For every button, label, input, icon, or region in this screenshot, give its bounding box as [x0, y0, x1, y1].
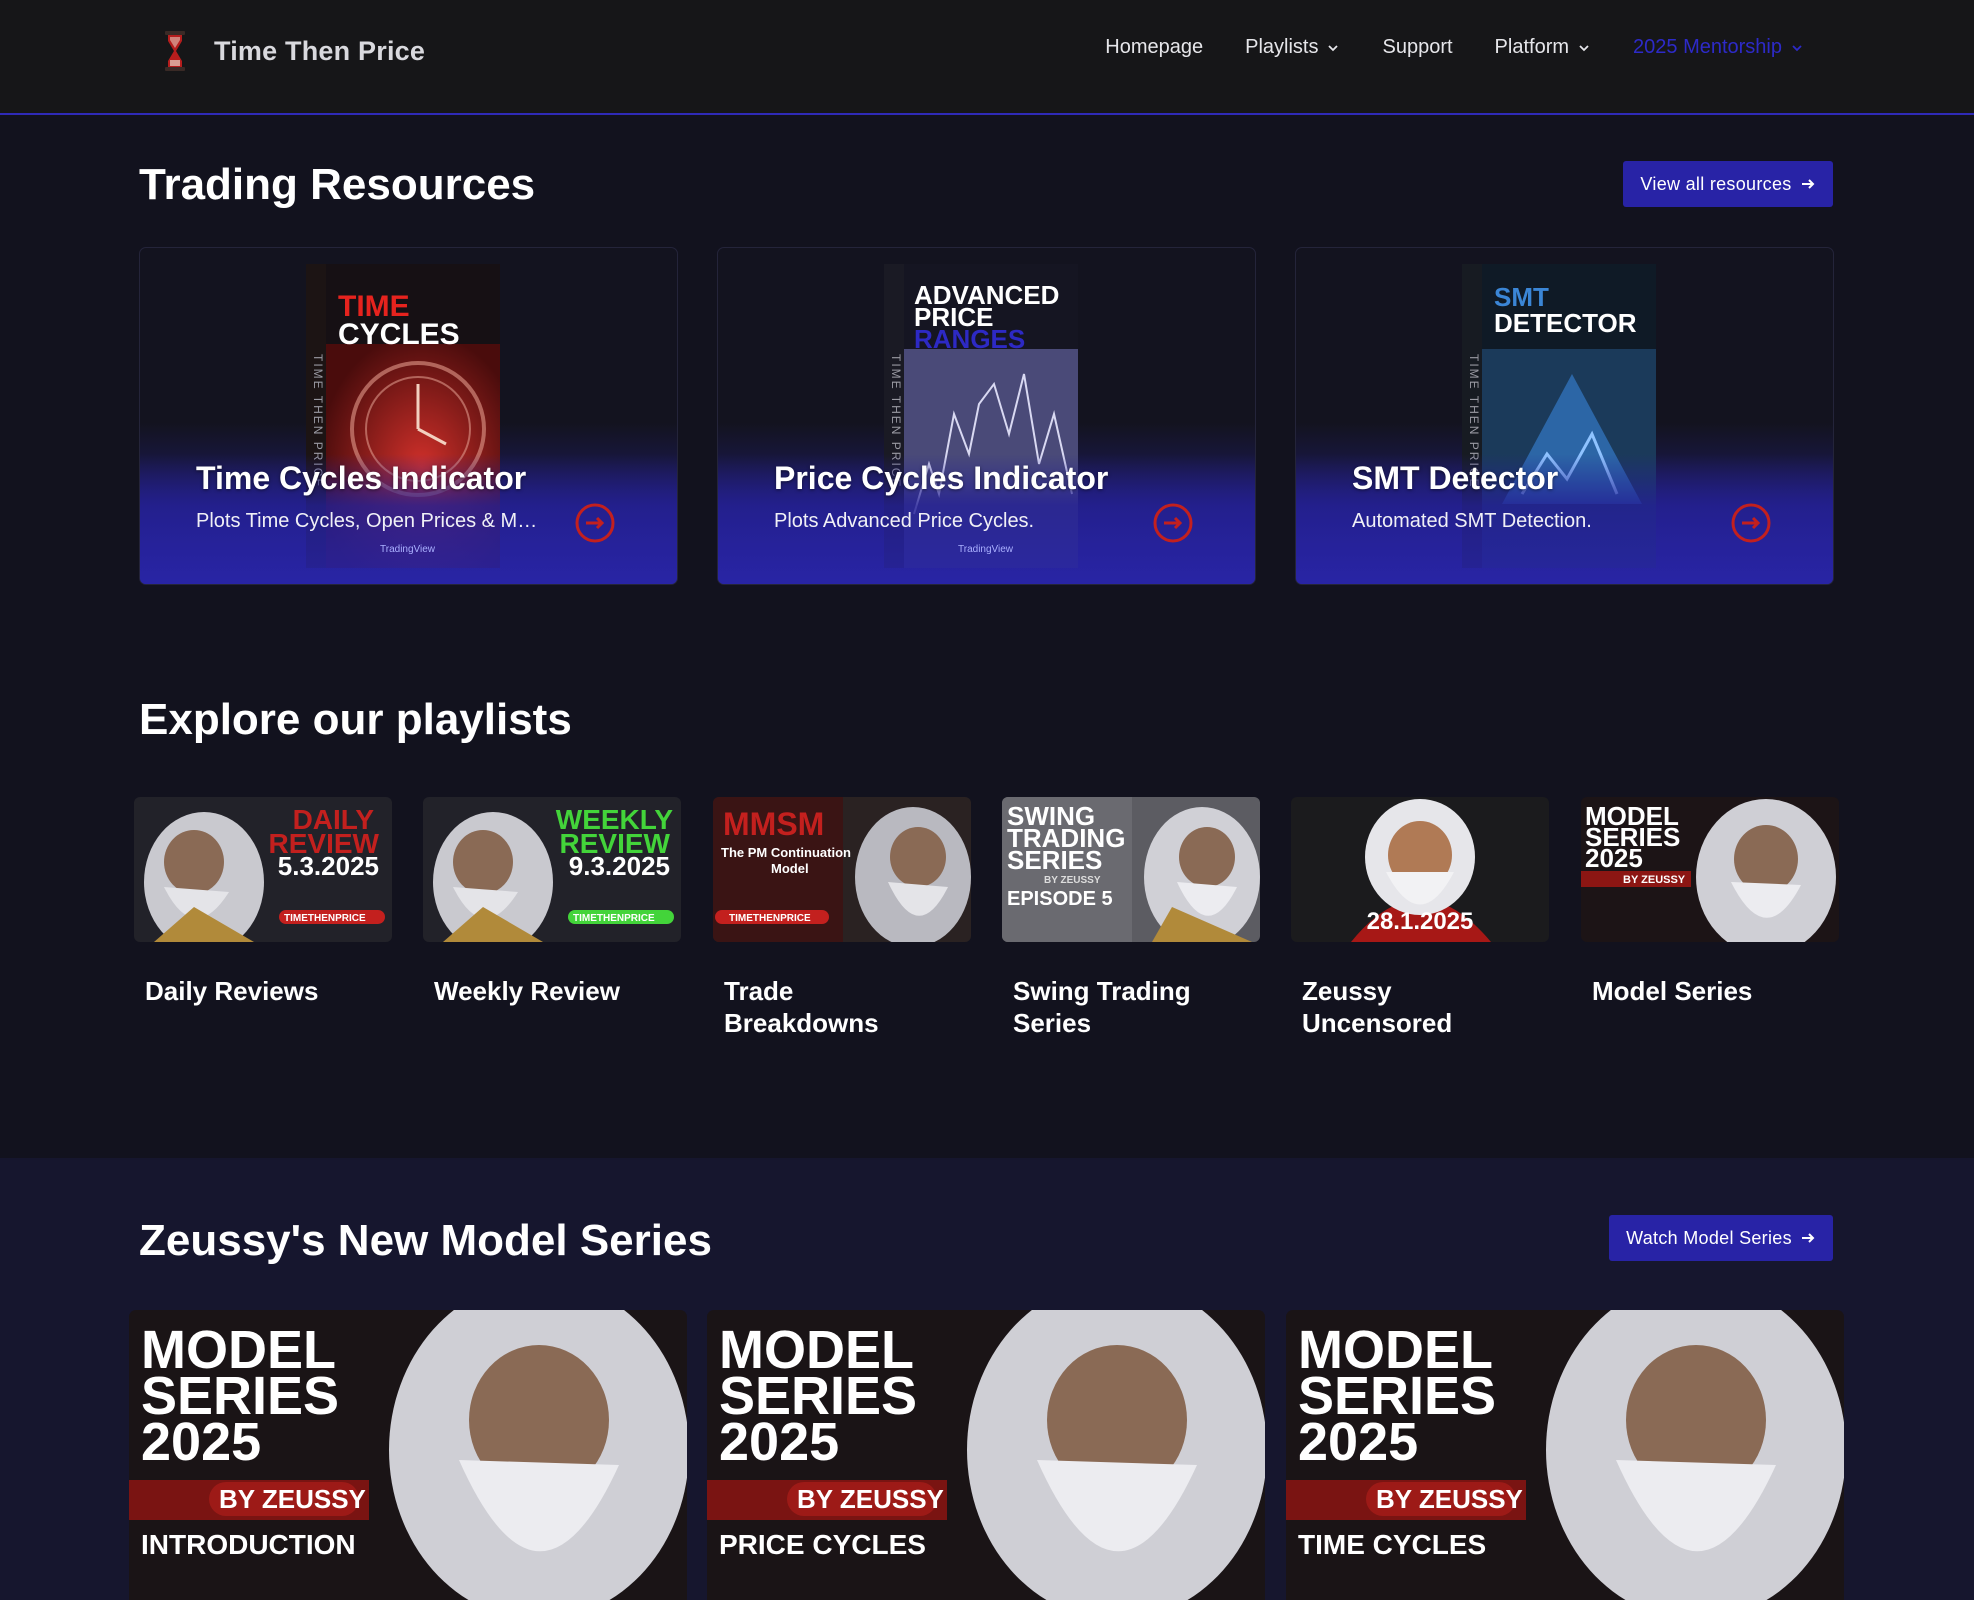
chevron-down-icon [1328, 44, 1339, 51]
playlist-card-trade-breakdowns[interactable]: MMSM The PM Continuation Model TIMETHENP… [713, 797, 971, 1039]
model-series-video-price-cycles[interactable]: MODEL SERIES 2025 BY ZEUSSY PRICE CYCLES [707, 1310, 1265, 1600]
svg-text:TIMETHENPRICE: TIMETHENPRICE [284, 913, 366, 924]
brand-name: Time Then Price [214, 35, 426, 66]
svg-text:The PM Continuation: The PM Continuation [721, 845, 851, 860]
svg-text:Model: Model [771, 861, 809, 876]
model-series-video-introduction[interactable]: MODEL SERIES 2025 BY ZEUSSY INTRODUCTION [129, 1310, 687, 1600]
resource-title: Price Cycles Indicator [774, 460, 1109, 496]
playlist-thumbnail: MMSM The PM Continuation Model TIMETHENP… [713, 797, 971, 947]
playlist-thumbnail: WEEKLY REVIEW 9.3.2025 TIMETHENPRICE [423, 797, 681, 952]
svg-text:EPISODE 5: EPISODE 5 [1007, 888, 1113, 910]
svg-text:BY ZEUSSY: BY ZEUSSY [1623, 874, 1686, 886]
playlist-thumbnail: SWING TRADING SERIES BY ZEUSSY EPISODE 5 [1002, 797, 1260, 947]
circle-arrow-right-icon[interactable] [1152, 502, 1194, 544]
playlist-name: Zeussy Uncensored [1302, 976, 1453, 1038]
model-series-video-time-cycles[interactable]: MODEL SERIES 2025 BY ZEUSSY TIME CYCLES [1286, 1310, 1844, 1600]
resource-description: Automated SMT Detection. [1352, 510, 1592, 532]
series-author: BY ZEUSSY [219, 1484, 366, 1514]
nav-playlists-label: Playlists [1245, 36, 1319, 58]
svg-text:2025: 2025 [1585, 843, 1643, 873]
hourglass-logo-icon [165, 31, 185, 71]
playlist-thumbnail: MODEL SERIES 2025 BY ZEUSSY [1581, 797, 1839, 955]
svg-text:BY ZEUSSY: BY ZEUSSY [1044, 875, 1101, 886]
svg-text:TIMETHENPRICE: TIMETHENPRICE [729, 913, 811, 924]
playlist-name: Model Series [1592, 976, 1753, 1006]
resource-card-price-cycles[interactable]: ADVANCED PRICE RANGES TIME THEN PRICE Pr… [717, 247, 1256, 585]
nav-homepage[interactable]: Homepage [1105, 36, 1203, 59]
resource-title: SMT Detector [1352, 460, 1559, 496]
chevron-down-icon [1792, 44, 1802, 51]
svg-text:CYCLES: CYCLES [338, 318, 460, 351]
top-navbar: Time Then Price Homepage Playlists Suppo… [0, 0, 1974, 115]
playlist-thumbnail: 28.1.2025 [1291, 797, 1549, 942]
resource-description: Plots Time Cycles, Open Prices & More. [196, 510, 546, 532]
series-line-3: 2025 [719, 1412, 839, 1472]
svg-text:MMSM: MMSM [723, 806, 824, 842]
model-series-heading: Zeussy's New Model Series [139, 1216, 712, 1265]
playlist-card-weekly-review[interactable]: WEEKLY REVIEW 9.3.2025 TIMETHENPRICE Wee… [423, 797, 681, 1007]
nav-platform[interactable]: Platform [1495, 36, 1591, 59]
tradingview-badge: TradingView [958, 544, 1014, 555]
series-author: BY ZEUSSY [797, 1484, 944, 1514]
series-author: BY ZEUSSY [1376, 1484, 1523, 1514]
playlist-card-model-series[interactable]: MODEL SERIES 2025 BY ZEUSSY Model Series [1581, 797, 1839, 1007]
playlist-thumbnail: DAILY REVIEW 5.3.2025 TIMETHENPRICE [134, 797, 392, 952]
watch-model-series-button[interactable]: Watch Model Series [1609, 1215, 1833, 1261]
brand[interactable]: Time Then Price [160, 28, 425, 74]
arrow-right-icon [1801, 179, 1814, 189]
resource-card-time-cycles[interactable]: TIME CYCLES TIME THEN PRICE Time Cycles … [139, 247, 678, 585]
resource-title: Time Cycles Indicator [196, 460, 527, 496]
series-episode: PRICE CYCLES [719, 1529, 926, 1560]
svg-text:SERIES: SERIES [1007, 845, 1102, 875]
playlists-heading: Explore our playlists [139, 695, 572, 744]
resource-description: Plots Advanced Price Cycles. [774, 510, 1035, 532]
svg-text:TIMETHENPRICE: TIMETHENPRICE [573, 913, 655, 924]
series-episode: TIME CYCLES [1298, 1529, 1486, 1560]
svg-text:5.3.2025: 5.3.2025 [278, 851, 379, 881]
playlist-card-swing-trading[interactable]: SWING TRADING SERIES BY ZEUSSY EPISODE 5… [1002, 797, 1260, 1039]
view-all-resources-button[interactable]: View all resources [1623, 161, 1833, 207]
svg-text:9.3.2025: 9.3.2025 [569, 851, 670, 881]
series-line-3: 2025 [1298, 1412, 1418, 1472]
playlist-card-zeussy-uncensored[interactable]: 28.1.2025 Zeussy Uncensored [1291, 797, 1549, 1039]
nav-mentorship-label: 2025 Mentorship [1633, 36, 1782, 58]
arrow-right-icon [1801, 1233, 1815, 1243]
series-line-3: 2025 [141, 1412, 261, 1472]
chevron-down-icon [1579, 44, 1589, 51]
nav-homepage-label: Homepage [1105, 36, 1204, 58]
playlist-name: Weekly Review [434, 976, 620, 1006]
resource-card-smt-detector[interactable]: SMT DETECTOR TIME THEN PRICE SMT Detecto… [1295, 247, 1834, 585]
nav-menu: Homepage Playlists Support Platform 2025… [1105, 36, 1804, 59]
nav-support[interactable]: Support [1382, 36, 1452, 59]
watch-model-series-label: Watch Model Series [1626, 1227, 1792, 1248]
nav-support-label: Support [1382, 36, 1453, 58]
resources-heading: Trading Resources [139, 160, 536, 209]
circle-arrow-right-icon[interactable] [574, 502, 616, 544]
playlist-card-daily-reviews[interactable]: DAILY REVIEW 5.3.2025 TIMETHENPRICE Dail… [134, 797, 392, 1007]
svg-text:RANGES: RANGES [914, 324, 1025, 354]
circle-arrow-right-icon[interactable] [1730, 502, 1772, 544]
svg-text:28.1.2025: 28.1.2025 [1367, 908, 1474, 935]
nav-platform-label: Platform [1494, 36, 1570, 58]
view-all-resources-label: View all resources [1640, 173, 1792, 194]
series-episode: INTRODUCTION [141, 1529, 356, 1560]
tradingview-badge: TradingView [380, 544, 436, 555]
playlist-name: Swing Trading Series [1013, 976, 1191, 1038]
playlist-name: Daily Reviews [145, 976, 319, 1006]
svg-text:DETECTOR: DETECTOR [1494, 308, 1637, 338]
nav-mentorship[interactable]: 2025 Mentorship [1633, 36, 1804, 59]
playlist-name: Trade Breakdowns [724, 976, 879, 1038]
nav-playlists[interactable]: Playlists [1245, 36, 1340, 59]
